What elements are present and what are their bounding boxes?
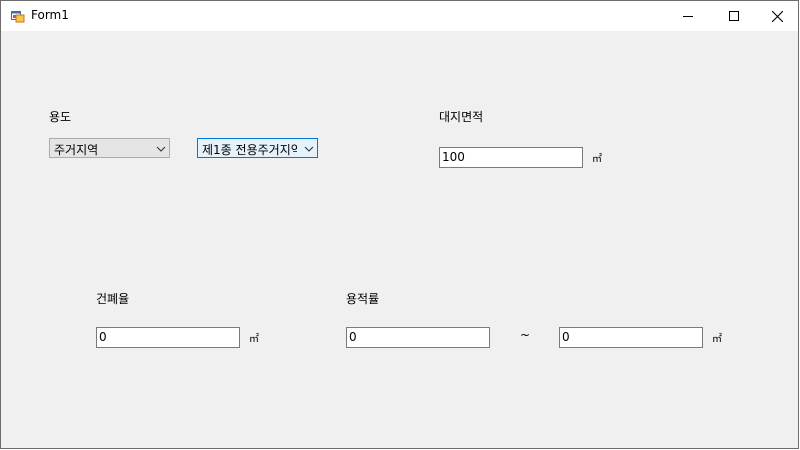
site-area-input[interactable]: 100 (439, 147, 583, 168)
coverage-ratio-value: 0 (99, 330, 107, 344)
minimize-icon (683, 16, 693, 17)
form-client-area: 용도 주거지역 제1종 전용주거지역 대지면적 100 ㎡ 건폐율 0 ㎡ 용적… (1, 31, 798, 448)
subzone-selected-value: 제1종 전용주거지역 (202, 143, 297, 157)
chevron-down-icon (156, 146, 166, 152)
subzone-combobox[interactable]: 제1종 전용주거지역 (197, 138, 318, 158)
form1-window: Form1 용도 주거지역 제1종 전용주거지역 대지면적 100 ㎡ 건폐율 … (0, 0, 799, 449)
floor-area-ratio-min-input[interactable]: 0 (346, 327, 490, 348)
coverage-ratio-unit: ㎡ (249, 334, 259, 345)
usage-label: 용도 (49, 110, 72, 124)
minimize-button[interactable] (665, 1, 711, 31)
floor-area-ratio-max-value: 0 (562, 330, 570, 344)
maximize-icon (729, 11, 739, 21)
site-area-unit: ㎡ (592, 154, 602, 165)
form-app-icon[interactable] (11, 9, 25, 23)
coverage-ratio-input[interactable]: 0 (96, 327, 240, 348)
zone-selected-value: 주거지역 (54, 143, 99, 157)
title-bar[interactable]: Form1 (1, 1, 798, 31)
maximize-button[interactable] (711, 1, 757, 31)
floor-area-ratio-unit: ㎡ (712, 334, 722, 345)
floor-area-ratio-max-input[interactable]: 0 (559, 327, 703, 348)
close-icon (771, 10, 783, 22)
coverage-ratio-label: 건폐율 (96, 292, 130, 306)
site-area-value: 100 (442, 150, 465, 164)
window-title: Form1 (31, 8, 69, 22)
zone-combobox[interactable]: 주거지역 (49, 138, 170, 158)
floor-area-ratio-min-value: 0 (349, 330, 357, 344)
site-area-label: 대지면적 (439, 110, 484, 124)
close-button[interactable] (754, 1, 800, 31)
floor-area-ratio-label: 용적률 (346, 292, 380, 306)
chevron-down-icon (304, 146, 314, 152)
range-separator: ~ (520, 328, 531, 342)
